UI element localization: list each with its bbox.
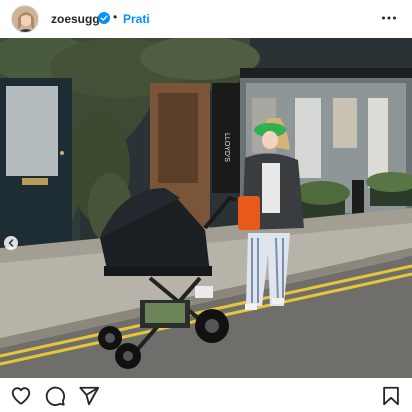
verified-badge-icon [98,12,110,24]
separator-dot: • [113,10,118,24]
post-photo[interactable]: LLOYD'S [0,38,412,378]
avatar[interactable] [11,5,39,33]
more-options-icon[interactable] [381,10,397,26]
follow-button[interactable]: Prati [123,12,150,26]
post-action-bar [0,380,412,412]
street-scene-image: LLOYD'S [0,38,412,378]
send-icon[interactable] [78,385,100,407]
heart-icon[interactable] [10,385,32,407]
username-link[interactable]: zoesugg [51,12,100,26]
chevron-left-icon [8,239,14,247]
bookmark-icon[interactable] [380,385,402,407]
comment-icon[interactable] [44,385,66,407]
shop-sign-text: LLOYD'S [223,133,230,162]
post-header: zoesugg • Prati [0,0,412,38]
carousel-prev-button[interactable] [4,236,18,250]
